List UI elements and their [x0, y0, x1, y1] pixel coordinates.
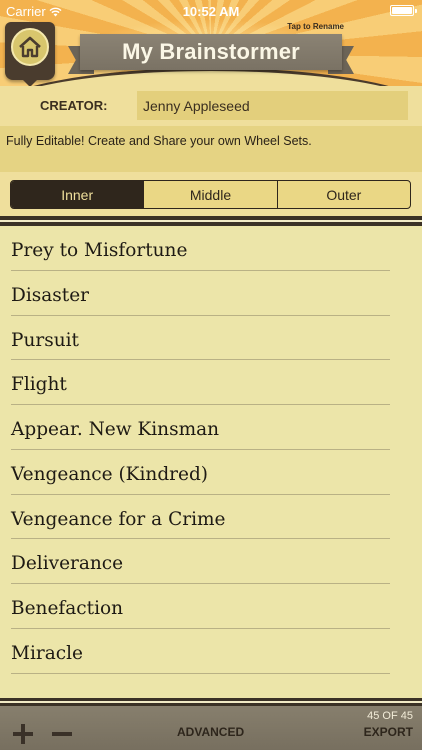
item-list[interactable]: Prey to Misfortune Disaster Pursuit Flig… — [0, 226, 422, 698]
list-item[interactable]: Benefaction — [0, 584, 422, 629]
list-separator — [11, 672, 390, 674]
list-item[interactable]: Deliverance — [0, 539, 422, 584]
list-item-label: Miracle — [11, 642, 83, 664]
tab-middle[interactable]: Middle — [143, 181, 276, 208]
list-item-label: Prey to Misfortune — [11, 240, 188, 261]
remove-item-minus-icon[interactable] — [52, 724, 72, 744]
tab-outer[interactable]: Outer — [276, 181, 410, 208]
tap-to-rename-hint: Tap to Rename — [287, 22, 344, 31]
header: Carrier 10:52 AM Tap to Rename My Brains… — [0, 0, 422, 86]
battery-icon — [390, 5, 417, 16]
home-icon-circle — [11, 28, 49, 66]
list-item[interactable]: Vengeance for a Crime — [0, 495, 422, 540]
description-text: Fully Editable! Create and Share your ow… — [6, 134, 312, 148]
divider-top — [0, 216, 422, 226]
creator-field[interactable] — [137, 91, 408, 120]
list-item[interactable]: Vengeance (Kindred) — [0, 450, 422, 495]
tab-inner[interactable]: Inner — [11, 181, 144, 208]
list-item-label: Benefaction — [11, 598, 124, 619]
list-item[interactable]: Flight — [0, 360, 422, 405]
divider-bottom — [0, 698, 422, 706]
description-panel: Fully Editable! Create and Share your ow… — [0, 126, 422, 172]
export-button[interactable]: EXPORT — [364, 725, 413, 739]
creator-row: CREATOR: — [0, 86, 422, 126]
list-item[interactable]: Prey to Misfortune — [0, 226, 422, 271]
list-item-label: Disaster — [11, 284, 89, 306]
list-item-label: Deliverance — [11, 553, 124, 575]
home-button[interactable] — [5, 22, 55, 86]
list-item-label: Pursuit — [11, 329, 79, 351]
add-item-plus-icon[interactable] — [13, 724, 33, 744]
title-ribbon[interactable]: My Brainstormer — [80, 34, 342, 70]
page-title[interactable]: My Brainstormer — [122, 39, 300, 65]
list-item[interactable]: Miracle — [0, 629, 422, 674]
header-curve — [0, 68, 422, 86]
list-item[interactable]: Pursuit — [0, 316, 422, 361]
segmented-area: Inner Middle Outer — [0, 172, 422, 216]
creator-label: CREATOR: — [40, 98, 108, 113]
list-item-label: Vengeance for a Crime — [11, 508, 226, 530]
bottom-toolbar: ADVANCED 45 OF 45 EXPORT — [0, 706, 422, 750]
advanced-button[interactable]: ADVANCED — [177, 725, 244, 739]
clock: 10:52 AM — [182, 4, 240, 19]
list-item-label: Flight — [11, 374, 67, 396]
list-item-label: Appear. New Kinsman — [11, 419, 220, 440]
home-icon — [19, 36, 41, 58]
wheel-segmented-control: Inner Middle Outer — [10, 180, 411, 209]
status-bar: Carrier 10:52 AM — [0, 0, 422, 22]
list-item-label: Vengeance (Kindred) — [11, 463, 209, 485]
list-item[interactable]: Appear. New Kinsman — [0, 405, 422, 450]
list-item[interactable]: Disaster — [0, 271, 422, 316]
item-count: 45 OF 45 — [367, 710, 413, 722]
